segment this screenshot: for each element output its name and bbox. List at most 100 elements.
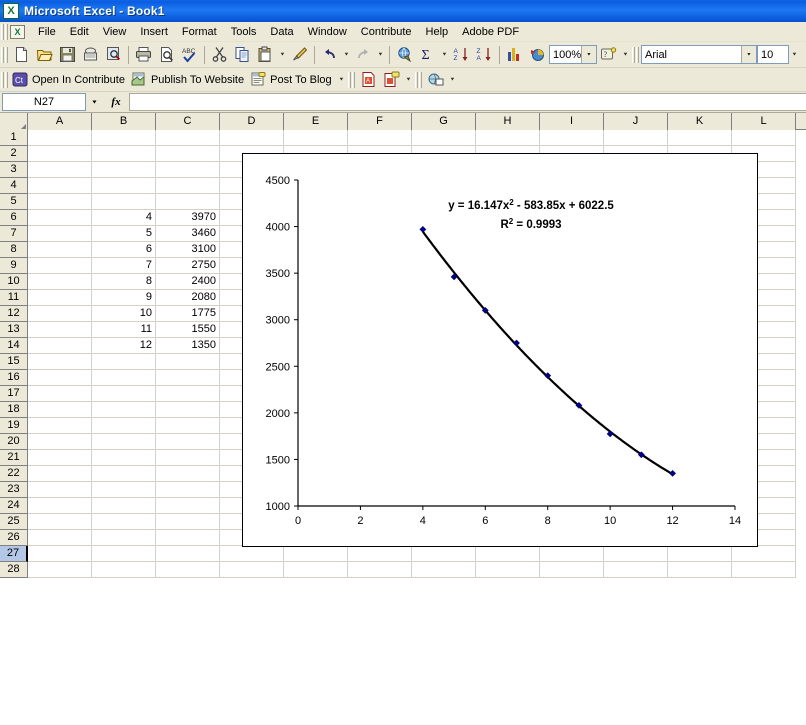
cell-b26[interactable]: [92, 530, 156, 546]
autosum-dropdown[interactable]: [439, 44, 450, 66]
cell-c26[interactable]: [156, 530, 220, 546]
cell-b10[interactable]: 8: [92, 274, 156, 290]
row-header-11[interactable]: 11: [0, 290, 28, 306]
cell-a24[interactable]: [28, 498, 92, 514]
cell-b22[interactable]: [92, 466, 156, 482]
cell-b21[interactable]: [92, 450, 156, 466]
row-header-3[interactable]: 3: [0, 162, 28, 178]
row-header-26[interactable]: 26: [0, 530, 28, 546]
cell-a16[interactable]: [28, 370, 92, 386]
column-header-f[interactable]: F: [348, 113, 412, 130]
embedded-chart[interactable]: 10001500200025003000350040004500 0246810…: [242, 153, 758, 547]
column-header-k[interactable]: K: [668, 113, 732, 130]
row-header-24[interactable]: 24: [0, 498, 28, 514]
cell-g1[interactable]: [412, 130, 476, 146]
row-header-21[interactable]: 21: [0, 450, 28, 466]
cell-a12[interactable]: [28, 306, 92, 322]
font-name-dropdown-arrow[interactable]: [741, 46, 756, 63]
cell-h1[interactable]: [476, 130, 540, 146]
open-in-contribute-button[interactable]: Ct Open In Contribute: [10, 72, 129, 87]
row-header-23[interactable]: 23: [0, 482, 28, 498]
cell-j1[interactable]: [604, 130, 668, 146]
row-header-18[interactable]: 18: [0, 402, 28, 418]
row-header-5[interactable]: 5: [0, 194, 28, 210]
cell-c3[interactable]: [156, 162, 220, 178]
cell-c13[interactable]: 1550: [156, 322, 220, 338]
cell-b8[interactable]: 6: [92, 242, 156, 258]
cell-a10[interactable]: [28, 274, 92, 290]
print-button[interactable]: [132, 44, 155, 66]
help-dropdown[interactable]: [620, 44, 631, 66]
cell-g28[interactable]: [412, 562, 476, 578]
name-box[interactable]: N27: [2, 93, 86, 111]
font-size-combo[interactable]: 10: [757, 45, 789, 64]
cell-a4[interactable]: [28, 178, 92, 194]
cell-b15[interactable]: [92, 354, 156, 370]
help-button[interactable]: ?: [597, 44, 620, 66]
row-header-8[interactable]: 8: [0, 242, 28, 258]
menu-item-format[interactable]: Format: [175, 24, 224, 40]
redo-history-dropdown[interactable]: [375, 44, 386, 66]
column-header-c[interactable]: C: [156, 113, 220, 130]
cell-b2[interactable]: [92, 146, 156, 162]
row-header-15[interactable]: 15: [0, 354, 28, 370]
cell-e28[interactable]: [284, 562, 348, 578]
column-header-a[interactable]: A: [28, 113, 92, 130]
cell-b12[interactable]: 10: [92, 306, 156, 322]
menu-item-data[interactable]: Data: [263, 24, 300, 40]
paste-options-dropdown[interactable]: [277, 44, 288, 66]
menu-item-insert[interactable]: Insert: [133, 24, 175, 40]
cell-b14[interactable]: 12: [92, 338, 156, 354]
print-preview-button[interactable]: [155, 44, 178, 66]
column-header-h[interactable]: H: [476, 113, 540, 130]
cell-c10[interactable]: 2400: [156, 274, 220, 290]
zoom-dropdown-arrow[interactable]: [581, 46, 596, 63]
row-header-14[interactable]: 14: [0, 338, 28, 354]
row-header-25[interactable]: 25: [0, 514, 28, 530]
review-toolbar-grip[interactable]: [415, 72, 422, 88]
sort-descending-button[interactable]: ZA: [473, 44, 496, 66]
save-button[interactable]: [56, 44, 79, 66]
menu-item-help[interactable]: Help: [419, 24, 456, 40]
cell-c9[interactable]: 2750: [156, 258, 220, 274]
row-header-9[interactable]: 9: [0, 258, 28, 274]
cell-l27[interactable]: [732, 546, 796, 562]
cell-h28[interactable]: [476, 562, 540, 578]
cell-c23[interactable]: [156, 482, 220, 498]
cell-c19[interactable]: [156, 418, 220, 434]
cell-a5[interactable]: [28, 194, 92, 210]
drawing-button[interactable]: [526, 44, 549, 66]
send-for-review-dropdown[interactable]: [447, 69, 458, 91]
row-header-2[interactable]: 2: [0, 146, 28, 162]
chart-wizard-button[interactable]: [503, 44, 526, 66]
select-all-corner[interactable]: [0, 113, 28, 130]
cell-b3[interactable]: [92, 162, 156, 178]
cell-b16[interactable]: [92, 370, 156, 386]
cell-b20[interactable]: [92, 434, 156, 450]
column-header-l[interactable]: L: [732, 113, 796, 130]
column-header-d[interactable]: D: [220, 113, 284, 130]
cell-c18[interactable]: [156, 402, 220, 418]
menu-item-view[interactable]: View: [96, 24, 134, 40]
row-header-6[interactable]: 6: [0, 210, 28, 226]
cell-a13[interactable]: [28, 322, 92, 338]
cell-c4[interactable]: [156, 178, 220, 194]
font-size-dropdown-arrow[interactable]: [789, 44, 800, 66]
search-button[interactable]: [102, 44, 125, 66]
cell-a20[interactable]: [28, 434, 92, 450]
cell-a14[interactable]: [28, 338, 92, 354]
row-header-10[interactable]: 10: [0, 274, 28, 290]
cell-i27[interactable]: [540, 546, 604, 562]
cell-c25[interactable]: [156, 514, 220, 530]
formula-input[interactable]: [129, 93, 806, 111]
cell-c24[interactable]: [156, 498, 220, 514]
column-header-i[interactable]: I: [540, 113, 604, 130]
cell-h27[interactable]: [476, 546, 540, 562]
cell-c8[interactable]: 3100: [156, 242, 220, 258]
column-header-b[interactable]: B: [92, 113, 156, 130]
cell-c27[interactable]: [156, 546, 220, 562]
cell-a19[interactable]: [28, 418, 92, 434]
cell-a27[interactable]: [28, 546, 92, 562]
name-box-dropdown-arrow[interactable]: [86, 93, 103, 111]
undo-history-dropdown[interactable]: [341, 44, 352, 66]
